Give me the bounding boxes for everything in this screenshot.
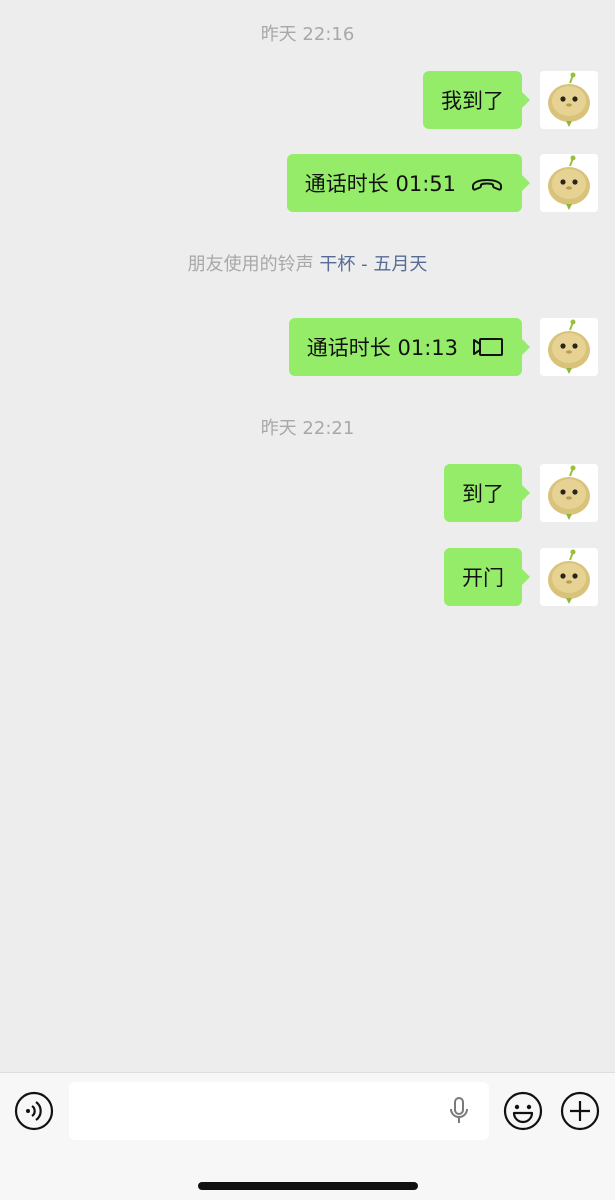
avatar[interactable]	[540, 71, 598, 129]
plus-icon[interactable]	[560, 1091, 600, 1131]
avatar-image	[540, 548, 598, 606]
ringtone-song-link[interactable]: 干杯 - 五月天	[319, 254, 427, 275]
message-text: 到了	[462, 482, 504, 506]
emoji-icon[interactable]	[503, 1091, 543, 1131]
input-bar	[0, 1072, 615, 1200]
avatar-image	[540, 154, 598, 212]
chat-area: 昨天 22:16 我到了 通话时长 01:51 朋友使用的铃声 干杯 - 五月天…	[0, 0, 615, 1072]
message-text: 通话时长 01:51	[304, 172, 456, 196]
message-bubble[interactable]: 开门	[444, 548, 530, 606]
voice-mode-icon[interactable]	[14, 1091, 54, 1131]
timestamp: 昨天 22:16	[260, 24, 355, 45]
avatar[interactable]	[540, 464, 598, 522]
avatar[interactable]	[540, 154, 598, 212]
avatar-image	[540, 71, 598, 129]
message-text: 通话时长 01:13	[306, 336, 458, 360]
video-call-icon	[472, 336, 504, 358]
avatar[interactable]	[540, 318, 598, 376]
home-indicator[interactable]	[198, 1182, 418, 1190]
call-duration-bubble[interactable]: 通话时长 01:51	[286, 154, 531, 212]
phone-hangup-icon	[470, 173, 504, 193]
video-call-duration-bubble[interactable]: 通话时长 01:13	[288, 318, 531, 376]
message-bubble[interactable]: 我到了	[423, 71, 530, 129]
ringtone-label: 朋友使用的铃声	[187, 254, 314, 275]
avatar[interactable]	[540, 548, 598, 606]
message-bubble[interactable]: 到了	[444, 464, 530, 522]
microphone-icon[interactable]	[439, 1091, 479, 1131]
message-text: 开门	[462, 566, 504, 590]
timestamp: 昨天 22:21	[260, 418, 355, 439]
ringtone-notice: 朋友使用的铃声 干杯 - 五月天	[0, 250, 615, 276]
avatar-image	[540, 318, 598, 376]
message-text: 我到了	[441, 89, 504, 113]
avatar-image	[540, 464, 598, 522]
message-input[interactable]	[69, 1082, 489, 1140]
